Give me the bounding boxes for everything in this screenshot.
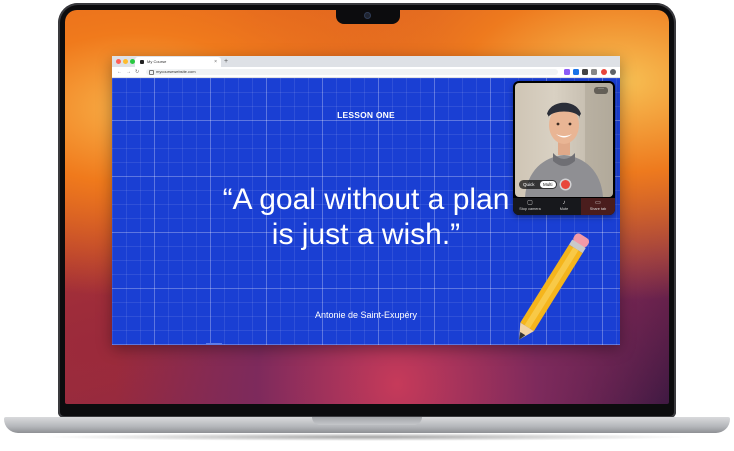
tab-my-course[interactable]: My Course × [135,57,221,67]
share-tab-button[interactable]: ▭ Share tab [581,198,615,215]
more-options-button[interactable]: ··· [594,86,608,94]
slide-progress-bar [206,343,222,345]
puzzle-icon[interactable] [582,69,588,75]
close-window-button[interactable] [116,59,121,64]
control-label: Share tab [589,207,607,211]
record-button[interactable] [561,180,570,189]
forward-button[interactable]: → [126,67,131,77]
tab-bar: My Course × + [112,56,620,67]
browser-toolbar: ← → ↻ mycoursewebsite.com [112,67,620,78]
quote-line-1: “A goal without a plan [222,183,510,216]
webcam-feed: ··· Quick Multi [515,83,613,197]
url-text: mycoursewebsite.com [156,69,196,74]
laptop-shadow [40,433,694,441]
minimize-window-button[interactable] [123,59,128,64]
screen-share-icon: ▭ [595,200,601,206]
lock-icon [149,70,154,75]
extension-icon[interactable] [573,69,579,75]
tab-title: My Course [147,59,167,64]
mute-button[interactable]: ♪ Mute [547,198,581,215]
record-extension-icon[interactable] [601,69,607,75]
microphone-icon: ♪ [562,200,566,206]
recording-mode-toggle[interactable]: Quick Multi [519,180,557,189]
extension-icon[interactable] [564,69,570,75]
webcam-recorder-bubble[interactable]: ··· Quick Multi ▢ Stop camera ♪ Mute ▭ S… [513,81,615,215]
reload-button[interactable]: ↻ [135,67,139,77]
favicon-icon [140,60,144,64]
slide-quote: “A goal without a plan is just a wish.” [172,182,560,252]
laptop-base-notch [312,417,422,425]
control-label: Mute [559,207,569,211]
new-tab-button[interactable]: + [224,56,228,67]
quote-line-2: is just a wish.” [271,218,461,251]
address-bar[interactable]: mycoursewebsite.com [146,69,558,75]
camera-notch [336,8,400,24]
back-button[interactable]: ← [117,67,122,77]
star-icon[interactable] [591,69,597,75]
stop-camera-button[interactable]: ▢ Stop camera [513,198,547,215]
tab-close-button[interactable]: × [214,57,217,67]
control-label: Stop camera [519,207,541,211]
mode-quick[interactable]: Quick [523,180,535,189]
mode-multi[interactable]: Multi [540,181,556,188]
recorder-controls: ▢ Stop camera ♪ Mute ▭ Share tab [513,198,615,215]
profile-avatar[interactable] [610,69,616,75]
pencil-icon [519,233,590,340]
camera-icon: ▢ [527,200,533,206]
webcam-lens-icon [364,12,371,19]
presentation-slide: LESSON ONE “A goal without a plan is jus… [112,78,620,345]
browser-window: My Course × + ← → ↻ mycoursewebsite.com … [112,56,620,345]
